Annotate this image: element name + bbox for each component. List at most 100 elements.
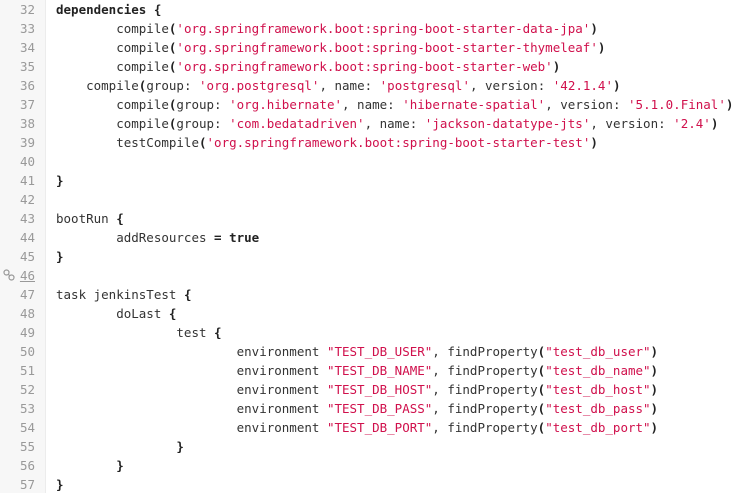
keyword-token: ( [199, 135, 207, 150]
code-token: environment [56, 401, 327, 416]
code-line: 47 task jenkinsTest { [0, 285, 745, 304]
line-number: 45 [19, 249, 35, 264]
code-line: 57} [0, 475, 745, 494]
code-token: group: [176, 97, 230, 112]
keyword-token: ) [650, 344, 659, 359]
code-line: 53 environment "TEST_DB_PASS", findPrope… [0, 399, 745, 418]
code-token: group: [146, 78, 200, 93]
string-literal: 'org.postgresql' [199, 78, 320, 93]
code-line: 54 environment "TEST_DB_PORT", findPrope… [0, 418, 745, 437]
keyword-token: { [116, 211, 124, 226]
code-token: environment [56, 344, 327, 359]
code-text: testCompile('org.springframework.boot:sp… [56, 133, 598, 152]
line-number: 37 [19, 97, 35, 112]
code-text: environment "TEST_DB_HOST", findProperty… [56, 380, 658, 399]
code-text: } [56, 171, 64, 190]
code-text: environment "TEST_DB_PORT", findProperty… [56, 418, 658, 437]
code-view: 32 dependencies {33 compile('org.springfr… [0, 0, 745, 494]
line-number: 49 [19, 325, 35, 340]
code-token: compile [56, 78, 139, 93]
string-literal: "test_db_user" [545, 344, 651, 359]
code-token: compile [56, 40, 169, 55]
keyword-token: } [56, 249, 64, 264]
code-line: 49 test { [0, 323, 745, 342]
keyword-token: { [214, 325, 222, 340]
code-token: , version: [590, 116, 674, 131]
code-text: environment "TEST_DB_PASS", findProperty… [56, 399, 658, 418]
code-token: compile [56, 97, 169, 112]
code-line: 48 doLast { [0, 304, 745, 323]
line-number: 54 [19, 420, 35, 435]
code-line: 32 dependencies { [0, 0, 745, 19]
line-number: 47 [19, 287, 35, 302]
line-number: 39 [19, 135, 35, 150]
line-number: 41 [19, 173, 35, 188]
code-token: group: [176, 116, 230, 131]
code-text: bootRun { [56, 209, 124, 228]
code-text: compile('org.springframework.boot:spring… [56, 38, 605, 57]
code-token: , findProperty [432, 344, 538, 359]
code-line: 41} [0, 171, 745, 190]
line-number: 40 [19, 154, 35, 169]
link-icon[interactable] [3, 269, 15, 281]
code-token: , name: [342, 97, 403, 112]
code-text: } [56, 247, 64, 266]
code-line: 52 environment "TEST_DB_HOST", findPrope… [0, 380, 745, 399]
code-text: addResources = true [56, 228, 259, 247]
keyword-token: { [168, 306, 177, 321]
line-number: 57 [19, 477, 35, 492]
code-token: bootRun [56, 211, 117, 226]
keyword-token: } [56, 477, 64, 492]
keyword-token: dependencies { [56, 2, 162, 17]
line-number: 34 [19, 40, 35, 55]
code-token: , version: [469, 78, 553, 93]
code-text: } [56, 456, 124, 475]
code-text: compile('org.springframework.boot:spring… [56, 57, 560, 76]
line-number: 55 [19, 439, 35, 454]
string-literal: '2.4' [673, 116, 711, 131]
keyword-token: ) [650, 420, 659, 435]
code-token: , findProperty [432, 382, 538, 397]
keyword-token: ) [650, 382, 659, 397]
code-line: 40 [0, 152, 745, 171]
code-text: dependencies { [56, 0, 161, 19]
code-line: 56 } [0, 456, 745, 475]
code-token: compile [56, 59, 169, 74]
string-literal: 'org.springframework.boot:spring-boot-st… [176, 21, 591, 36]
code-token: environment [56, 420, 327, 435]
string-literal: 'org.hibernate' [229, 97, 342, 112]
code-line: 44 addResources = true [0, 228, 745, 247]
string-literal: "TEST_DB_NAME" [326, 363, 433, 378]
line-number: 33 [19, 21, 35, 36]
string-literal: "test_db_name" [545, 363, 651, 378]
code-token: task jenkinsTest [56, 287, 184, 302]
code-line: 36 compile(group: 'org.postgresql', name… [0, 76, 745, 95]
code-token: , name: [319, 78, 380, 93]
code-token: , findProperty [432, 420, 538, 435]
string-literal: "TEST_DB_USER" [326, 344, 433, 359]
code-line: 33 compile('org.springframework.boot:spr… [0, 19, 745, 38]
code-text: compile('org.springframework.boot:spring… [56, 19, 598, 38]
code-text: compile(group: 'org.postgresql', name: '… [56, 76, 620, 95]
line-number: 43 [19, 211, 35, 226]
code-line: 42 [0, 190, 745, 209]
code-token: , findProperty [432, 363, 538, 378]
code-text: } [56, 475, 64, 494]
keyword-token: ) [710, 116, 719, 131]
code-line: 51 environment "TEST_DB_NAME", findPrope… [0, 361, 745, 380]
line-number: 48 [19, 306, 35, 321]
code-token: , version: [545, 97, 629, 112]
code-token: , findProperty [432, 401, 538, 416]
keyword-token: ) [650, 401, 659, 416]
string-literal: 'org.springframework.boot:spring-boot-st… [176, 40, 598, 55]
string-literal: "TEST_DB_PORT" [326, 420, 433, 435]
keyword-token: ) [590, 135, 598, 150]
string-literal: "TEST_DB_PASS" [326, 401, 433, 416]
code-token: compile [56, 116, 169, 131]
code-text: environment "TEST_DB_USER", findProperty… [56, 342, 658, 361]
string-literal: 'com.bedatadriven' [229, 116, 365, 131]
line-number: 52 [19, 382, 35, 397]
string-literal: 'postgresql' [379, 78, 470, 93]
line-number: 56 [19, 458, 35, 473]
keyword-token: ) [725, 97, 734, 112]
